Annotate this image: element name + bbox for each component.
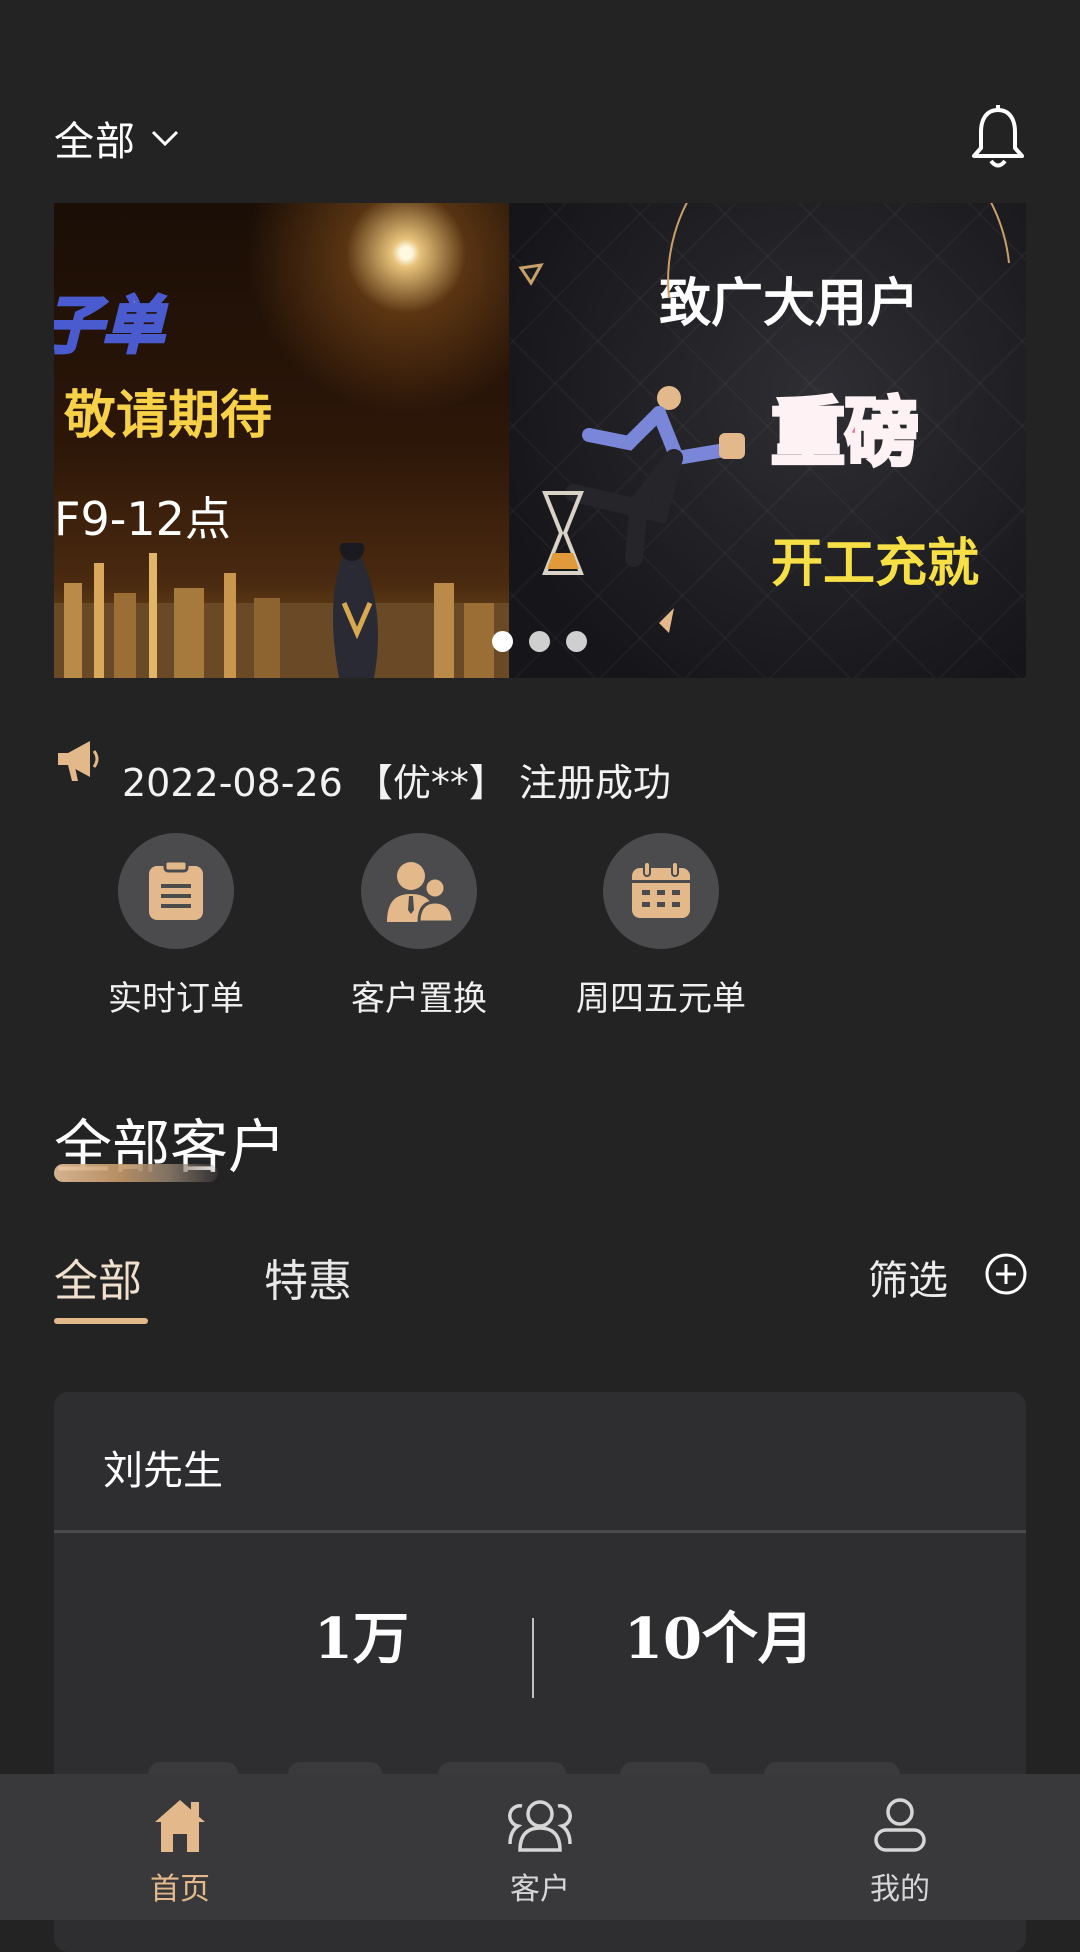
nav-mine[interactable]: 我的 bbox=[850, 1796, 950, 1908]
quick-entry-label: 客户置换 bbox=[351, 979, 487, 1019]
banner-headline: 子单 bbox=[54, 288, 166, 364]
loan-amount: 1万 bbox=[314, 1606, 409, 1672]
tab-special[interactable]: 特惠 bbox=[264, 1245, 352, 1309]
nav-customers[interactable]: 客户 bbox=[490, 1796, 590, 1908]
banner-subtitle: 敬请期待 bbox=[64, 386, 273, 446]
section-title-underline bbox=[54, 1164, 218, 1182]
stat-separator bbox=[532, 1618, 534, 1698]
nav-label: 首页 bbox=[150, 1872, 210, 1907]
quick-entry-label: 周四五元单 bbox=[576, 979, 746, 1019]
plus-circle-icon[interactable] bbox=[984, 1252, 1028, 1296]
quick-entry-label: 实时订单 bbox=[108, 979, 244, 1019]
megaphone-icon bbox=[58, 741, 99, 781]
carousel-dot[interactable] bbox=[529, 631, 550, 652]
filter-button[interactable]: 筛选 bbox=[868, 1248, 948, 1306]
banner-carousel[interactable]: 子单 敬请期待 F9-12点 致广大用户 重磅 开工充就 bbox=[54, 203, 1026, 678]
nav-home[interactable]: 首页 bbox=[130, 1796, 230, 1908]
quick-entry-customer-swap[interactable]: 客户置换 bbox=[299, 833, 539, 1020]
nav-label: 我的 bbox=[870, 1872, 930, 1907]
banner-slide[interactable]: 致广大用户 重磅 开工充就 bbox=[509, 203, 1026, 678]
running-man-illustration bbox=[518, 203, 1010, 633]
region-dropdown-label: 全部 bbox=[54, 119, 136, 165]
card-divider bbox=[54, 1530, 1026, 1533]
user-icon bbox=[874, 1798, 926, 1852]
tab-all[interactable]: 全部 bbox=[54, 1245, 142, 1309]
calendar-icon bbox=[632, 862, 690, 918]
chevron-down-icon bbox=[151, 130, 179, 147]
loan-term: 10个月 bbox=[624, 1606, 814, 1672]
nav-label: 客户 bbox=[510, 1872, 570, 1907]
quick-entry-thursday-deal[interactable]: 周四五元单 bbox=[541, 833, 781, 1020]
notice-marquee-text[interactable]: 2022-08-26 【优**】 注册成功 bbox=[122, 752, 671, 807]
customers-icon bbox=[508, 1800, 572, 1852]
customer-name: 刘先生 bbox=[103, 1448, 223, 1494]
banner-time: F9-12点 bbox=[54, 492, 231, 546]
clipboard-icon bbox=[149, 860, 203, 920]
people-icon bbox=[387, 862, 455, 922]
banner-slide[interactable]: 子单 敬请期待 F9-12点 bbox=[54, 203, 509, 678]
region-dropdown[interactable]: 全部 bbox=[54, 108, 180, 168]
bell-icon[interactable] bbox=[968, 104, 1028, 172]
carousel-dot[interactable] bbox=[566, 631, 587, 652]
home-icon bbox=[155, 1800, 205, 1852]
active-tab-indicator bbox=[54, 1318, 148, 1324]
quick-entry-realtime-orders[interactable]: 实时订单 bbox=[56, 833, 296, 1020]
city-skyline-illustration bbox=[54, 543, 509, 678]
carousel-dots bbox=[492, 631, 587, 652]
carousel-dot[interactable] bbox=[492, 631, 513, 652]
